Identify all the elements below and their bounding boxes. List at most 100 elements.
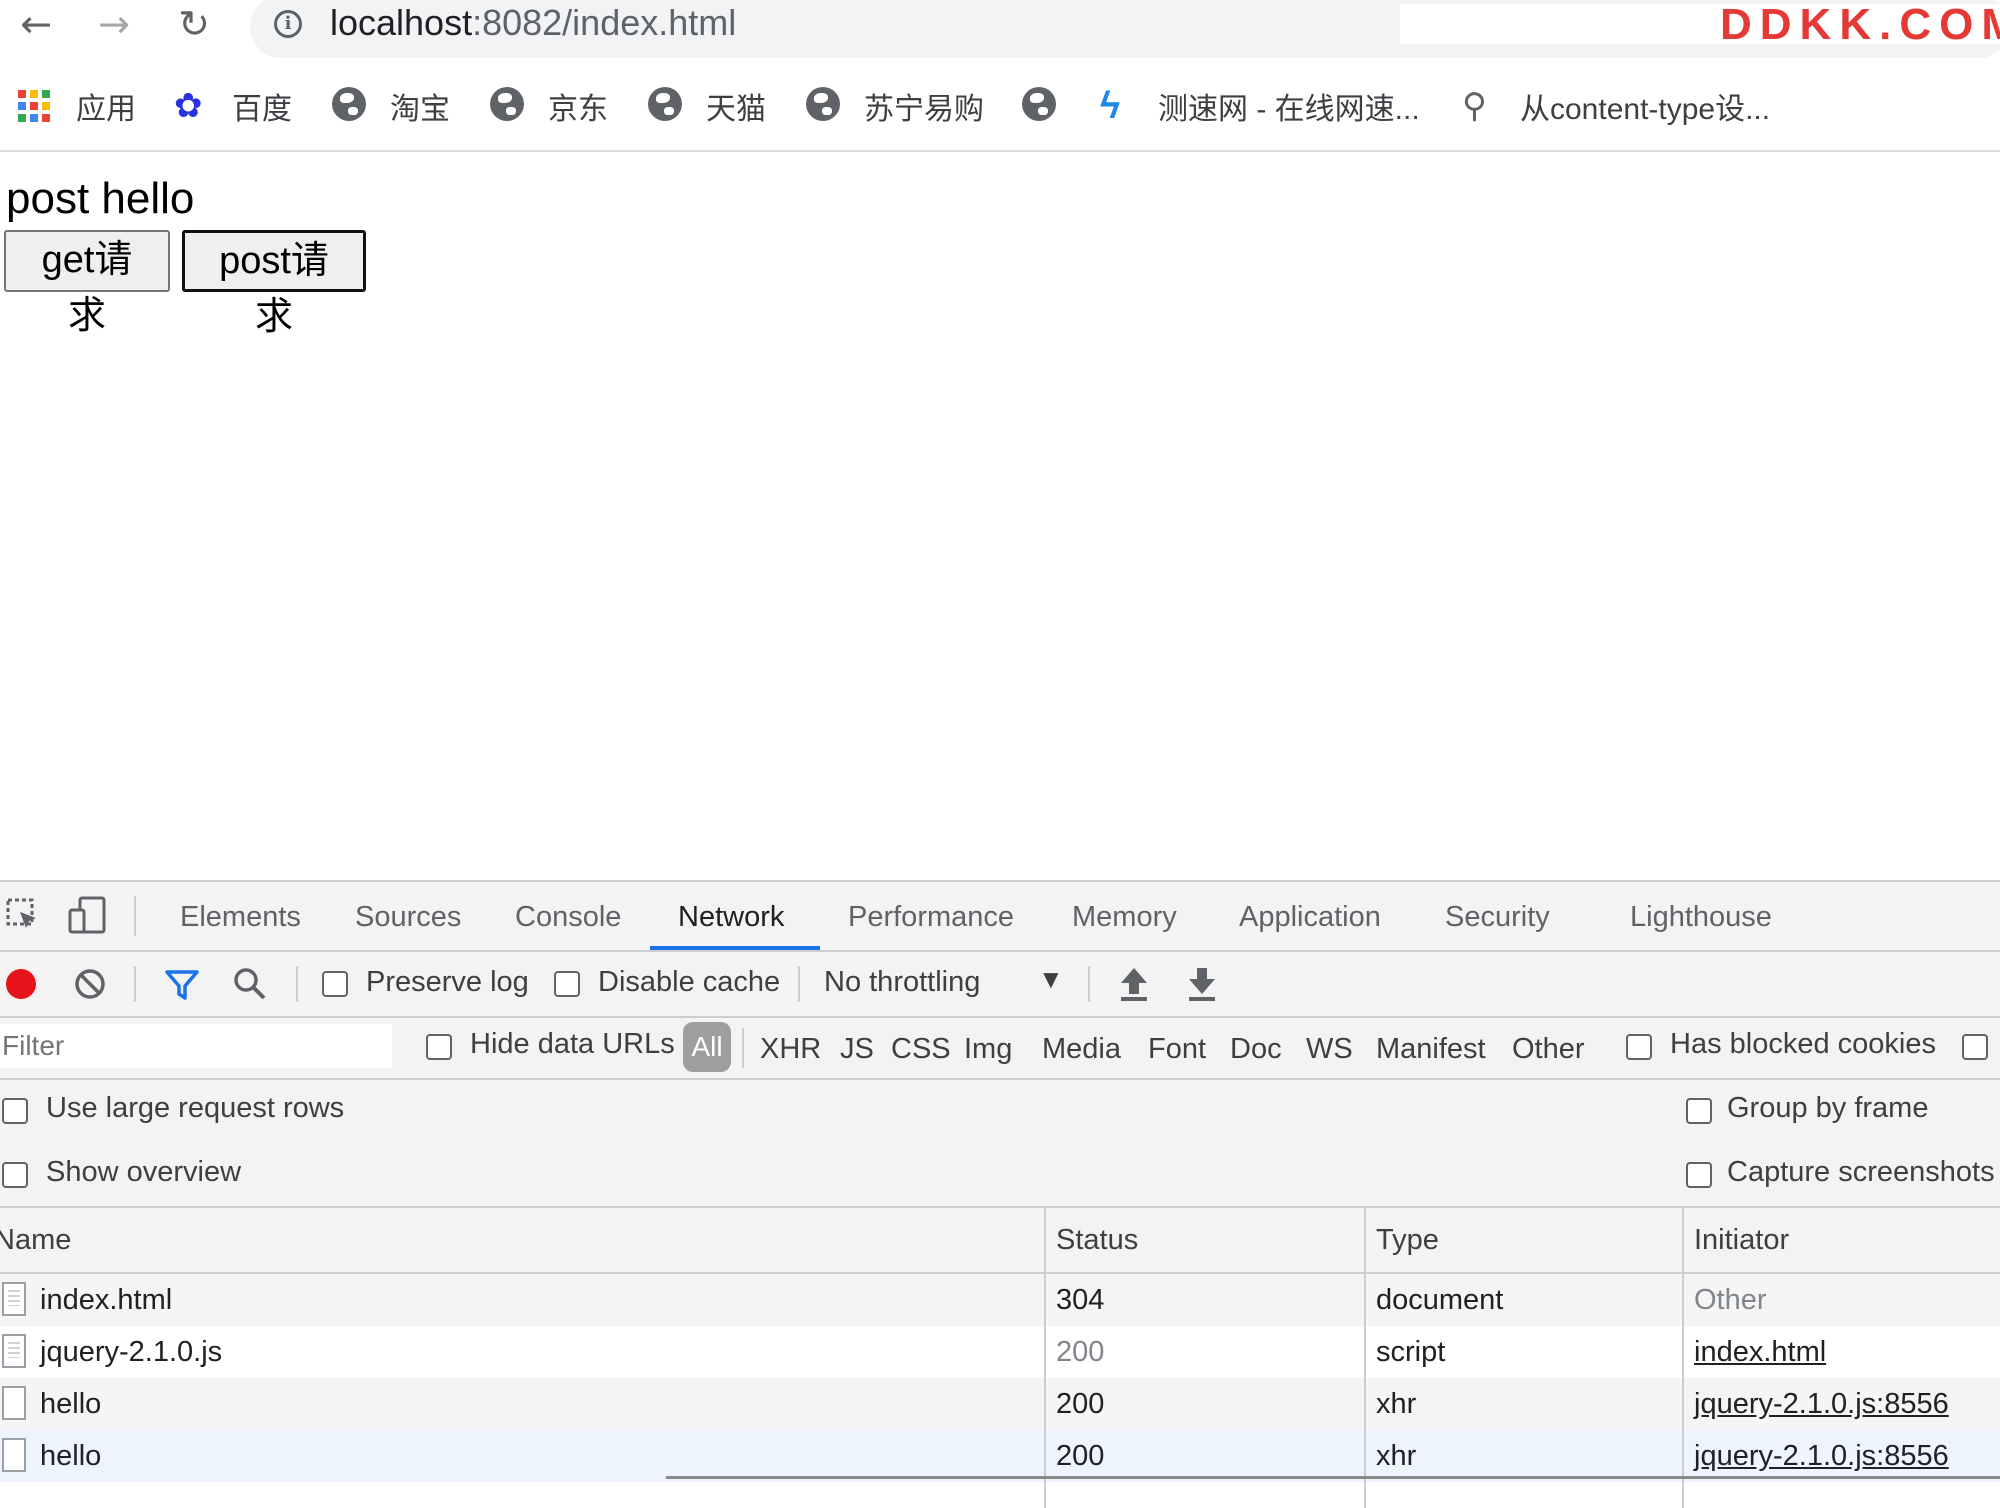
column-header-type[interactable]: Type bbox=[1376, 1208, 1439, 1272]
bookmark-label: 应用 bbox=[76, 93, 136, 126]
tab-console[interactable]: Console bbox=[515, 882, 621, 948]
bookmark-unnamed[interactable] bbox=[1022, 76, 1080, 136]
cell-name: jquery-2.1.0.js bbox=[40, 1336, 223, 1368]
get-request-button[interactable]: get请求 bbox=[4, 230, 170, 337]
cell-status: 304 bbox=[1056, 1284, 1105, 1316]
cell-type: xhr bbox=[1376, 1388, 1417, 1420]
large-rows-label: Use large request rows bbox=[46, 1092, 345, 1124]
cell-status: 200 bbox=[1056, 1336, 1105, 1368]
toolbar-divider bbox=[134, 896, 136, 936]
hide-data-urls-checkbox[interactable] bbox=[426, 1034, 452, 1060]
tab-lighthouse[interactable]: Lighthouse bbox=[1630, 882, 1772, 948]
bookmark-speedtest[interactable]: ϟ 测速网 - 在线网速... bbox=[1100, 76, 1420, 136]
post-request-button[interactable]: post请求 bbox=[182, 230, 366, 338]
type-filter-img[interactable]: Img bbox=[964, 1026, 1012, 1070]
search-icon[interactable] bbox=[232, 966, 268, 1002]
column-header-name[interactable]: Name bbox=[0, 1208, 71, 1272]
active-tab-indicator bbox=[650, 946, 820, 950]
table-row[interactable]: hello 200 xhr jquery-2.1.0.js:8556 bbox=[0, 1378, 2000, 1430]
type-filter-js[interactable]: JS bbox=[840, 1026, 874, 1070]
type-filter-other[interactable]: Other bbox=[1512, 1026, 1585, 1070]
cell-initiator-link[interactable]: jquery-2.1.0.js:8556 bbox=[1694, 1430, 1949, 1482]
type-filter-font[interactable]: Font bbox=[1148, 1026, 1206, 1070]
table-row[interactable]: hello 200 xhr jquery-2.1.0.js:8556 bbox=[0, 1430, 2000, 1482]
type-filter-manifest[interactable]: Manifest bbox=[1376, 1026, 1486, 1070]
table-row[interactable]: index.html 304 document Other bbox=[0, 1274, 2000, 1326]
devtools-tabbar: Elements Sources Console Network Perform… bbox=[0, 882, 2000, 952]
bookmark-label: 淘宝 bbox=[390, 93, 450, 126]
export-har-icon[interactable] bbox=[1186, 966, 1218, 1002]
forward-arrow-icon[interactable]: → bbox=[86, 0, 142, 50]
tab-sources[interactable]: Sources bbox=[355, 882, 461, 948]
requests-table: Name Status Type Initiator index.html 30… bbox=[0, 1208, 2000, 1508]
import-har-icon[interactable] bbox=[1118, 966, 1150, 1002]
tab-network[interactable]: Network bbox=[678, 882, 784, 948]
bookmark-label: 天猫 bbox=[706, 93, 766, 126]
bookmark-taobao[interactable]: 淘宝 bbox=[332, 76, 450, 136]
column-header-status[interactable]: Status bbox=[1056, 1208, 1138, 1272]
type-filter-all[interactable]: All bbox=[683, 1022, 731, 1072]
bookmark-label: 从content-type设... bbox=[1520, 93, 1771, 126]
has-blocked-cookies-label: Has blocked cookies bbox=[1670, 1028, 1936, 1060]
bookmark-label: 百度 bbox=[232, 93, 292, 126]
chevron-down-icon[interactable]: ▼ bbox=[1038, 964, 1064, 995]
horizontal-scrollbar[interactable] bbox=[666, 1476, 2000, 1479]
show-overview-checkbox[interactable] bbox=[2, 1162, 28, 1188]
preserve-log-checkbox[interactable] bbox=[322, 971, 348, 997]
tab-application[interactable]: Application bbox=[1239, 882, 1381, 948]
type-filter-xhr[interactable]: XHR bbox=[760, 1026, 821, 1070]
table-row[interactable]: jquery-2.1.0.js 200 script index.html bbox=[0, 1326, 2000, 1378]
cell-name: index.html bbox=[40, 1284, 173, 1316]
bookmark-tmall[interactable]: 天猫 bbox=[648, 76, 766, 136]
bookmark-jd[interactable]: 京东 bbox=[490, 76, 608, 136]
group-by-frame-checkbox[interactable] bbox=[1686, 1098, 1712, 1124]
capture-screenshots-checkbox[interactable] bbox=[1686, 1162, 1712, 1188]
bookmark-suning[interactable]: 苏宁易购 bbox=[806, 76, 984, 136]
device-toolbar-icon[interactable] bbox=[68, 896, 108, 934]
type-filter-ws[interactable]: WS bbox=[1306, 1026, 1353, 1070]
filter-icon[interactable] bbox=[164, 968, 200, 1002]
bookmark-apps[interactable]: 应用 bbox=[18, 76, 136, 136]
xhr-file-icon bbox=[2, 1438, 26, 1472]
site-info-icon[interactable]: i bbox=[274, 10, 302, 38]
throttling-select[interactable]: No throttling bbox=[824, 966, 980, 999]
url-text[interactable]: localhost:8082/index.html bbox=[330, 2, 736, 44]
clear-icon[interactable] bbox=[74, 968, 106, 1000]
bookmark-baidu[interactable]: ✿ 百度 bbox=[174, 76, 292, 136]
reload-icon[interactable]: ↻ bbox=[166, 0, 222, 50]
apps-icon bbox=[18, 87, 56, 125]
baidu-icon: ✿ bbox=[174, 87, 203, 125]
type-filter-media[interactable]: Media bbox=[1042, 1026, 1121, 1070]
capture-screenshots-label: Capture screenshots bbox=[1727, 1156, 1995, 1188]
script-file-icon bbox=[2, 1334, 26, 1368]
bookmark-label: 苏宁易购 bbox=[864, 93, 984, 126]
filter-bar: Hide data URLs All XHR JS CSS Img Media … bbox=[0, 1018, 2000, 1080]
disable-cache-checkbox[interactable] bbox=[554, 971, 580, 997]
blocked-requests-checkbox[interactable] bbox=[1962, 1034, 1988, 1060]
page-heading: post hello bbox=[6, 174, 195, 223]
record-icon[interactable] bbox=[6, 969, 36, 999]
bookmark-label: 京东 bbox=[548, 93, 608, 126]
tab-performance[interactable]: Performance bbox=[848, 882, 1014, 948]
cell-initiator-link[interactable]: index.html bbox=[1694, 1326, 1826, 1378]
network-settings: Use large request rows Show overview Gro… bbox=[0, 1080, 2000, 1208]
column-header-initiator[interactable]: Initiator bbox=[1694, 1208, 1789, 1272]
show-overview-label: Show overview bbox=[46, 1156, 242, 1188]
filter-input[interactable] bbox=[0, 1024, 392, 1068]
inspect-element-icon[interactable] bbox=[6, 898, 40, 932]
back-arrow-icon[interactable]: ← bbox=[8, 0, 64, 50]
toolbar-divider bbox=[798, 966, 800, 1002]
cell-initiator-link[interactable]: jquery-2.1.0.js:8556 bbox=[1694, 1378, 1949, 1430]
cell-name: hello bbox=[40, 1388, 102, 1420]
type-filter-css[interactable]: CSS bbox=[891, 1026, 951, 1070]
large-rows-checkbox[interactable] bbox=[2, 1098, 28, 1124]
has-blocked-cookies-checkbox[interactable] bbox=[1626, 1034, 1652, 1060]
bookmark-content-type[interactable]: ⚲ 从content-type设... bbox=[1462, 76, 1770, 136]
preserve-log-label: Preserve log bbox=[366, 966, 529, 998]
type-filter-doc[interactable]: Doc bbox=[1230, 1026, 1282, 1070]
document-icon: ⚲ bbox=[1462, 87, 1487, 125]
tab-memory[interactable]: Memory bbox=[1072, 882, 1177, 948]
tab-security[interactable]: Security bbox=[1445, 882, 1550, 948]
cell-status: 200 bbox=[1056, 1440, 1105, 1472]
tab-elements[interactable]: Elements bbox=[180, 882, 301, 948]
